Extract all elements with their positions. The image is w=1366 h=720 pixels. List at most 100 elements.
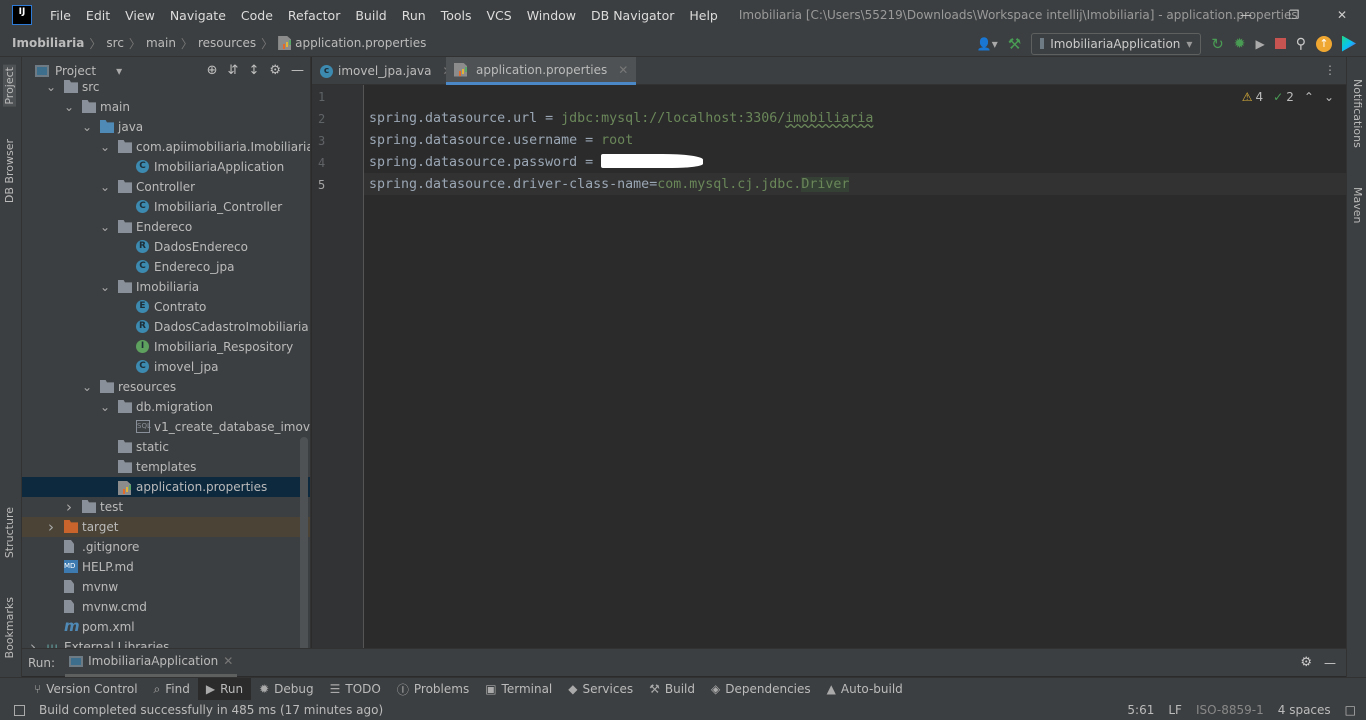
tree-item[interactable]: C Endereco_jpa bbox=[22, 257, 310, 277]
chevron-down-icon[interactable]: ▾ bbox=[116, 64, 122, 78]
tree-item[interactable]: templates bbox=[22, 457, 310, 477]
chevron-down-icon[interactable]: ⌄ bbox=[82, 117, 92, 137]
menu-file[interactable]: File bbox=[42, 8, 78, 23]
collapse-all-icon[interactable]: ↕ bbox=[248, 63, 259, 78]
chevron-down-icon[interactable]: ⌄ bbox=[100, 397, 110, 417]
rerun-icon[interactable]: ↻ bbox=[1211, 35, 1224, 53]
code-line[interactable]: spring.datasource.url = jdbc:mysql://loc… bbox=[369, 108, 873, 130]
tree-item[interactable]: m pom.xml bbox=[22, 617, 310, 637]
run-tab[interactable]: ImobiliariaApplication ✕ bbox=[65, 649, 238, 677]
code-line[interactable]: spring.datasource.username = root bbox=[369, 130, 633, 152]
gear-icon[interactable]: ⚙ bbox=[1300, 655, 1312, 670]
menu-window[interactable]: Window bbox=[519, 8, 583, 23]
tool-window-debug[interactable]: ✹ Debug bbox=[251, 678, 322, 701]
bookmarks-tool-button[interactable]: Bookmarks bbox=[3, 597, 16, 658]
chevron-down-icon[interactable]: ⌄ bbox=[100, 217, 110, 237]
tree-item[interactable]: C Imobiliaria_Controller bbox=[22, 197, 310, 217]
chevron-down-icon[interactable]: ⌄ bbox=[46, 77, 56, 97]
tree-item[interactable]: ⌄ com.apiimobiliaria.Imobiliaria bbox=[22, 137, 310, 157]
tree-item[interactable]: › target bbox=[22, 517, 310, 537]
indent-setting[interactable]: 4 spaces bbox=[1278, 703, 1331, 717]
layout-icon[interactable] bbox=[14, 704, 25, 716]
menu-code[interactable]: Code bbox=[233, 8, 280, 23]
restore-icon[interactable]: ❐ bbox=[1270, 0, 1318, 30]
maven-tool-button[interactable]: Maven bbox=[1351, 187, 1364, 223]
tree-item[interactable]: application.properties bbox=[22, 477, 310, 497]
minimize-icon[interactable]: — bbox=[1222, 0, 1270, 30]
tree-scrollbar[interactable] bbox=[300, 437, 308, 648]
breadcrumb-resources[interactable]: resources bbox=[198, 36, 256, 50]
tree-item[interactable]: R DadosEndereco bbox=[22, 237, 310, 257]
tree-item[interactable]: › ||| External Libraries bbox=[22, 637, 310, 648]
close-tab-icon[interactable]: ✕ bbox=[223, 654, 233, 668]
project-panel-title[interactable]: Project bbox=[55, 64, 96, 78]
tree-item[interactable]: mvnw.cmd bbox=[22, 597, 310, 617]
user-icon[interactable]: 👤▾ bbox=[977, 37, 998, 51]
inspection-widget[interactable]: ⚠ 4 ✓ 2 ⌃ ⌄ bbox=[1242, 90, 1334, 104]
tree-item[interactable]: ⌄ src bbox=[22, 77, 310, 97]
code-line[interactable]: spring.datasource.driver-class-name=com.… bbox=[369, 174, 850, 196]
tool-window-run[interactable]: ▶ Run bbox=[197, 677, 252, 701]
breadcrumb-project[interactable]: Imobiliaria bbox=[12, 36, 84, 50]
menu-vcs[interactable]: VCS bbox=[479, 8, 519, 23]
code-line[interactable]: spring.datasource.password = bbox=[369, 152, 704, 174]
tool-window-version-control[interactable]: ⑂ Version Control bbox=[26, 678, 146, 701]
coverage-icon[interactable]: ▶ bbox=[1256, 37, 1265, 51]
tool-window-auto-build[interactable]: ▲ Auto-build bbox=[819, 678, 911, 701]
chevron-right-icon[interactable]: › bbox=[28, 637, 38, 648]
tool-window-terminal[interactable]: ▣ Terminal bbox=[477, 678, 560, 701]
plugin-icon[interactable] bbox=[1342, 35, 1356, 52]
tool-window-find[interactable]: ⌕ Find bbox=[146, 678, 198, 701]
search-icon[interactable]: ⚲ bbox=[1296, 36, 1306, 52]
chevron-right-icon[interactable]: › bbox=[46, 517, 56, 537]
menu-db-navigator[interactable]: DB Navigator bbox=[583, 8, 681, 23]
previous-highlight-icon[interactable]: ⌃ bbox=[1304, 90, 1314, 104]
expand-all-icon[interactable]: ⇵ bbox=[228, 63, 239, 78]
debug-icon[interactable]: ✹ bbox=[1234, 36, 1246, 52]
tree-item[interactable]: static bbox=[22, 437, 310, 457]
tree-item[interactable]: I Imobiliaria_Respository bbox=[22, 337, 310, 357]
breadcrumb-file[interactable]: application.properties bbox=[295, 36, 426, 50]
tree-item[interactable]: ⌄ java bbox=[22, 117, 310, 137]
hide-icon[interactable]: — bbox=[1324, 656, 1336, 670]
tree-item[interactable]: SQLv1_create_database_imovel.sql bbox=[22, 417, 310, 437]
menu-build[interactable]: Build bbox=[347, 8, 393, 23]
tree-item[interactable]: › test bbox=[22, 497, 310, 517]
tool-window-dependencies[interactable]: ◈ Dependencies bbox=[703, 678, 819, 701]
status-message[interactable]: Build completed successfully in 485 ms (… bbox=[39, 703, 383, 717]
chevron-right-icon[interactable]: › bbox=[64, 497, 74, 517]
tool-window-build[interactable]: ⚒ Build bbox=[641, 678, 703, 701]
tree-item[interactable]: ⌄ db.migration bbox=[22, 397, 310, 417]
next-highlight-icon[interactable]: ⌄ bbox=[1324, 90, 1334, 104]
menu-navigate[interactable]: Navigate bbox=[162, 8, 233, 23]
menu-edit[interactable]: Edit bbox=[78, 8, 117, 23]
gear-icon[interactable]: ⚙ bbox=[269, 63, 281, 78]
locate-icon[interactable]: ⊕ bbox=[207, 63, 218, 78]
notifications-tool-button[interactable]: Notifications bbox=[1351, 79, 1364, 148]
stop-icon[interactable] bbox=[1274, 38, 1286, 49]
tree-item[interactable]: mvnw bbox=[22, 577, 310, 597]
tree-item[interactable]: E Contrato bbox=[22, 297, 310, 317]
hide-icon[interactable]: — bbox=[291, 63, 304, 78]
tree-item[interactable]: ⌄ Imobiliaria bbox=[22, 277, 310, 297]
tab-imovel-jpa[interactable]: c imovel_jpa.java✕ bbox=[312, 57, 461, 85]
chevron-down-icon[interactable]: ⌄ bbox=[82, 377, 92, 397]
menu-tools[interactable]: Tools bbox=[433, 8, 479, 23]
tree-item[interactable]: MD HELP.md bbox=[22, 557, 310, 577]
chevron-down-icon[interactable]: ⌄ bbox=[100, 137, 110, 157]
structure-tool-button[interactable]: Structure bbox=[3, 507, 16, 558]
tab-application-properties[interactable]: application.properties ✕ bbox=[446, 57, 637, 85]
run-configuration-select[interactable]: ImobiliariaApplication ▾ bbox=[1031, 32, 1202, 55]
code-editor[interactable]: 1 2 3 4 5 spring.datasource.url = jdbc:mysql… bbox=[312, 85, 1346, 648]
tool-window-todo[interactable]: ☰ TODO bbox=[322, 678, 389, 701]
tool-window-services[interactable]: ◆ Services bbox=[560, 678, 641, 701]
chevron-down-icon[interactable]: ⌄ bbox=[100, 177, 110, 197]
close-tab-icon[interactable]: ✕ bbox=[618, 63, 628, 77]
menu-help[interactable]: Help bbox=[681, 8, 725, 23]
tree-item[interactable]: .gitignore bbox=[22, 537, 310, 557]
breadcrumb-src[interactable]: src bbox=[106, 36, 124, 50]
breadcrumb-main[interactable]: main bbox=[146, 36, 176, 50]
close-icon[interactable]: ✕ bbox=[1318, 0, 1366, 30]
more-icon[interactable]: ⋮ bbox=[1324, 63, 1336, 77]
tree-item[interactable]: Cimovel_jpa bbox=[22, 357, 310, 377]
